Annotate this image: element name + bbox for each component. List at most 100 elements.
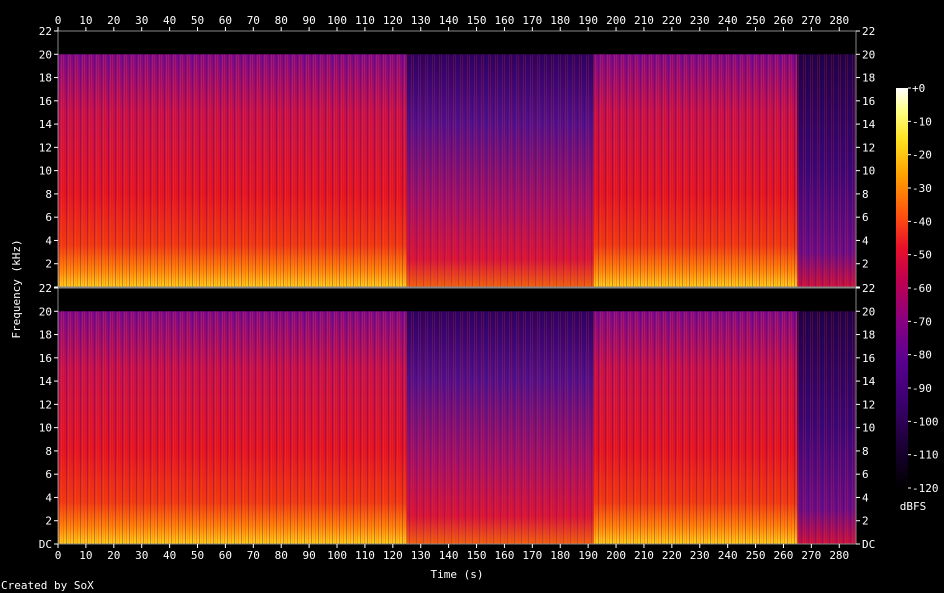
segment-texture-0 bbox=[58, 54, 407, 287]
y-tick-label-left: 12 bbox=[39, 398, 52, 411]
x-tick-label-bottom: 20 bbox=[107, 549, 120, 562]
colorbar-tick-label: -10 bbox=[912, 115, 932, 128]
y-tick-label-right: 4 bbox=[862, 234, 869, 247]
y-tick-label-right: 18 bbox=[862, 329, 875, 342]
x-tick-label-bottom: 120 bbox=[383, 549, 403, 562]
x-tick-label-top: 100 bbox=[327, 14, 347, 27]
y-tick-label-right: 4 bbox=[862, 491, 869, 504]
y-tick-label-left: 4 bbox=[45, 491, 52, 504]
x-tick-label-bottom: 270 bbox=[801, 549, 821, 562]
x-tick-label-top: 220 bbox=[662, 14, 682, 27]
y-tick-label-left: 6 bbox=[45, 211, 52, 224]
colorbar-tick-label: -110 bbox=[912, 449, 939, 462]
x-tick-label-bottom: 140 bbox=[439, 549, 459, 562]
y-tick-label-right: 2 bbox=[862, 515, 869, 528]
x-tick-label-top: 110 bbox=[355, 14, 375, 27]
x-tick-label-top: 10 bbox=[79, 14, 92, 27]
x-tick-label-top: 130 bbox=[411, 14, 431, 27]
x-tick-label-top: 200 bbox=[606, 14, 626, 27]
y-tick-label-left: 22 bbox=[39, 282, 52, 295]
y-tick-label-left: 16 bbox=[39, 352, 52, 365]
colorbar-tick-label: -120 bbox=[912, 482, 939, 495]
y-tick-label-right: 22 bbox=[862, 25, 875, 38]
y-tick-label-left: 4 bbox=[45, 234, 52, 247]
x-tick-label-bottom: 100 bbox=[327, 549, 347, 562]
x-tick-label-bottom: 170 bbox=[522, 549, 542, 562]
colorbar-tick-label: -60 bbox=[912, 282, 932, 295]
x-tick-label-top: 270 bbox=[801, 14, 821, 27]
y-tick-label-right: 22 bbox=[862, 282, 875, 295]
x-tick-label-bottom: 60 bbox=[219, 549, 232, 562]
y-tick-label-left: 14 bbox=[39, 118, 53, 131]
segment-texture-1 bbox=[406, 54, 594, 287]
y-tick-label-right: 18 bbox=[862, 72, 875, 85]
x-tick-label-top: 210 bbox=[634, 14, 654, 27]
x-tick-label-top: 260 bbox=[774, 14, 794, 27]
y-tick-label-left: 18 bbox=[39, 72, 52, 85]
y-tick-label-left: 2 bbox=[45, 515, 52, 528]
colorbar-tick-label: +0 bbox=[912, 82, 925, 95]
x-tick-label-bottom: 260 bbox=[774, 549, 794, 562]
x-tick-label-top: 150 bbox=[467, 14, 487, 27]
x-tick-label-bottom: 90 bbox=[302, 549, 315, 562]
x-tick-label-bottom: 240 bbox=[718, 549, 738, 562]
x-tick-label-top: 40 bbox=[163, 14, 176, 27]
x-tick-label-bottom: 190 bbox=[578, 549, 598, 562]
spectrogram-chart: 2 24 46 68 810 1012 1214 1416 1618 1820 2022 22DC DC… bbox=[10, 14, 939, 581]
spectrogram-panels bbox=[57, 30, 857, 545]
y-tick-label-right: 12 bbox=[862, 398, 875, 411]
y-tick-label-left: 10 bbox=[39, 422, 52, 435]
y-tick-label-right: 10 bbox=[862, 422, 875, 435]
y-tick-label-left: 6 bbox=[45, 468, 52, 481]
x-tick-label-bottom: 230 bbox=[690, 549, 710, 562]
y-tick-label-right: 14 bbox=[862, 375, 876, 388]
x-tick-label-top: 70 bbox=[247, 14, 260, 27]
y-tick-label-left: 22 bbox=[39, 25, 52, 38]
segment-texture-3 bbox=[797, 54, 856, 287]
x-axis-label: Time (s) bbox=[431, 568, 484, 581]
x-tick-label-top: 80 bbox=[275, 14, 288, 27]
y-tick-label-left: 2 bbox=[45, 258, 52, 271]
x-tick-label-top: 190 bbox=[578, 14, 598, 27]
y-tick-label-left: DC bbox=[39, 538, 52, 551]
y-tick-label-right: DC bbox=[862, 538, 875, 551]
segment-texture-1 bbox=[406, 311, 594, 544]
channel-panel-2 bbox=[57, 287, 857, 545]
y-tick-label-left: 14 bbox=[39, 375, 53, 388]
x-tick-label-top: 180 bbox=[550, 14, 570, 27]
x-tick-label-bottom: 40 bbox=[163, 549, 176, 562]
x-tick-label-bottom: 30 bbox=[135, 549, 148, 562]
y-tick-label-left: 8 bbox=[45, 445, 52, 458]
y-tick-label-right: 6 bbox=[862, 211, 869, 224]
colorbar-tick-label: -100 bbox=[912, 415, 939, 428]
x-tick-label-bottom: 110 bbox=[355, 549, 375, 562]
x-tick-label-bottom: 210 bbox=[634, 549, 654, 562]
x-tick-label-bottom: 50 bbox=[191, 549, 204, 562]
x-tick-label-top: 90 bbox=[302, 14, 315, 27]
x-tick-label-top: 120 bbox=[383, 14, 403, 27]
colorbar-tick-label: -20 bbox=[912, 149, 932, 162]
y-tick-label-left: 20 bbox=[39, 48, 52, 61]
x-tick-label-bottom: 160 bbox=[494, 549, 514, 562]
x-tick-label-bottom: 0 bbox=[55, 549, 62, 562]
x-tick-label-top: 140 bbox=[439, 14, 459, 27]
y-tick-label-right: 16 bbox=[862, 95, 875, 108]
y-tick-label-right: 20 bbox=[862, 48, 875, 61]
x-tick-label-bottom: 70 bbox=[247, 549, 260, 562]
x-tick-label-bottom: 80 bbox=[275, 549, 288, 562]
y-tick-label-right: 14 bbox=[862, 118, 876, 131]
x-tick-label-bottom: 150 bbox=[467, 549, 487, 562]
x-tick-label-top: 0 bbox=[55, 14, 62, 27]
y-tick-label-left: 12 bbox=[39, 141, 52, 154]
y-tick-label-left: 8 bbox=[45, 188, 52, 201]
colorbar-tick-label: -70 bbox=[912, 315, 932, 328]
x-tick-label-top: 50 bbox=[191, 14, 204, 27]
colorbar-tick-label: -40 bbox=[912, 215, 932, 228]
segment-texture-2 bbox=[593, 311, 798, 544]
x-tick-label-bottom: 250 bbox=[746, 549, 766, 562]
x-tick-label-top: 20 bbox=[107, 14, 120, 27]
x-tick-label-bottom: 130 bbox=[411, 549, 431, 562]
y-tick-label-right: 16 bbox=[862, 352, 875, 365]
y-tick-label-right: 8 bbox=[862, 445, 869, 458]
colorbar-tick-label: -30 bbox=[912, 182, 932, 195]
